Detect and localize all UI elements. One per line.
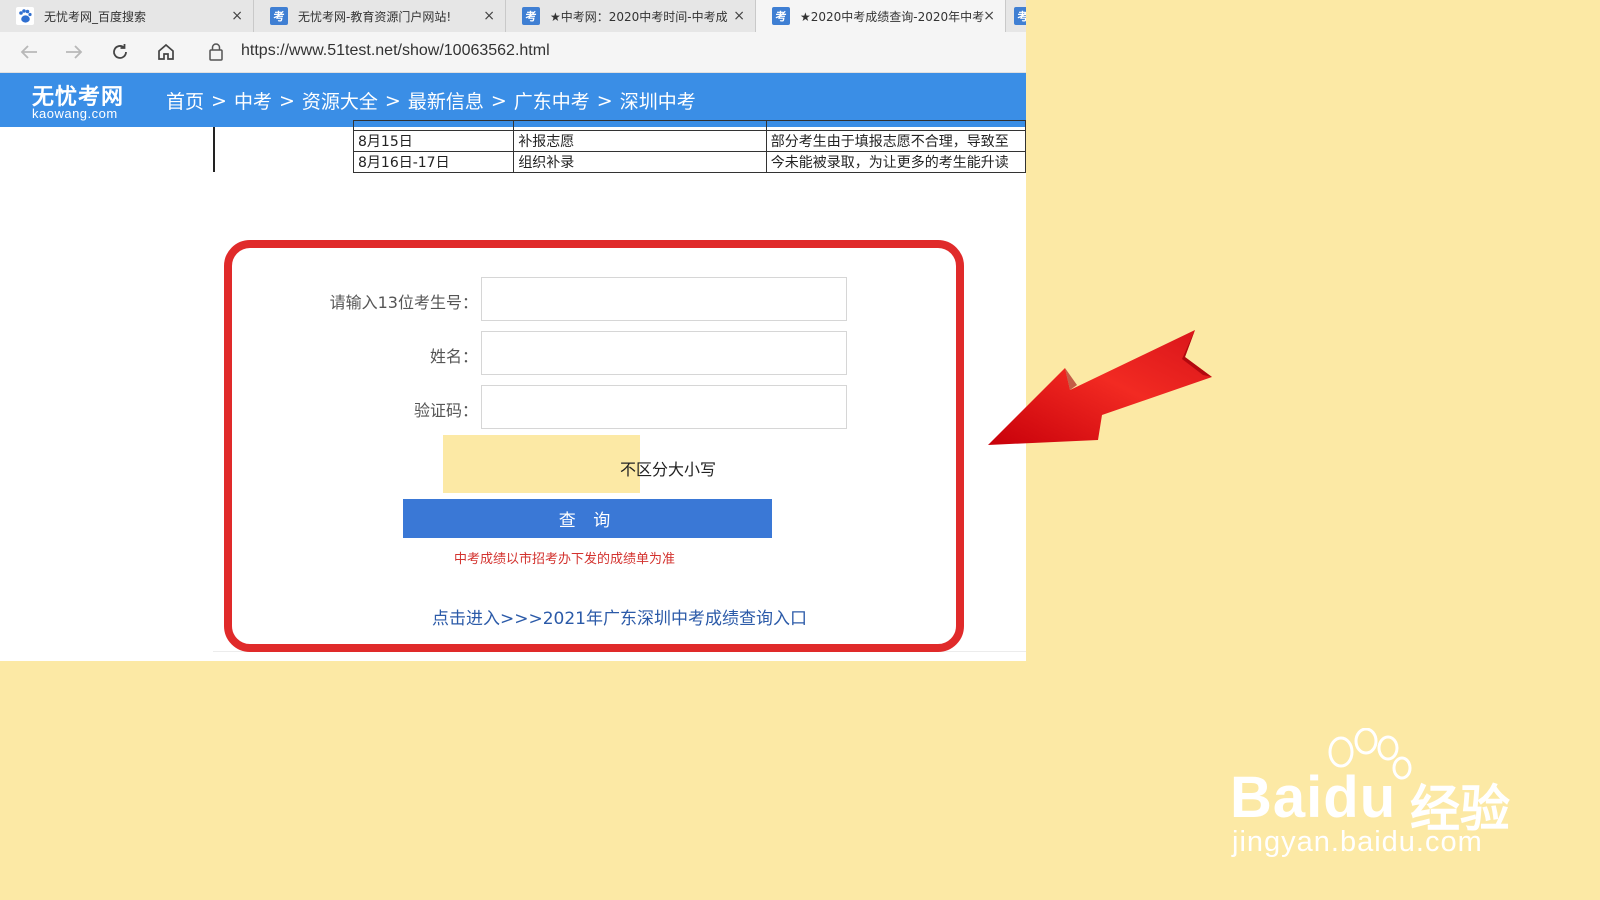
url-field[interactable]: https://www.51test.net/show/10063562.htm…	[241, 42, 550, 60]
close-tab-icon[interactable]: ×	[733, 8, 745, 24]
breadcrumb-guangdong[interactable]: 广东中考	[514, 87, 590, 114]
breadcrumb-shenzhen[interactable]: 深圳中考	[620, 87, 696, 114]
close-tab-icon[interactable]: ×	[983, 8, 995, 24]
breadcrumb-resources[interactable]: 资源大全	[302, 87, 378, 114]
kaowang-icon: 考	[1014, 7, 1026, 25]
back-icon[interactable]	[14, 38, 44, 66]
table-cell-date: 8月15日	[352, 130, 515, 152]
tab-overflow[interactable]: 考	[1006, 0, 1026, 32]
table-row: 8月15日 补报志愿 部分考生由于填报志愿不合理，导致至	[352, 130, 1026, 152]
breadcrumb-separator: >	[384, 89, 401, 112]
home-icon[interactable]	[151, 38, 181, 66]
kaowang-icon: 考	[522, 7, 540, 25]
tab-title: 无忧考网-教育资源门户网站!	[298, 9, 452, 24]
watermark-url: jingyan.baidu.com	[1232, 826, 1483, 858]
lock-icon[interactable]	[208, 42, 226, 62]
tab-kaowang-home[interactable]: 考 无忧考网-教育资源门户网站! ×	[254, 0, 506, 32]
tab-title: 无忧考网_百度搜索	[44, 9, 147, 24]
table-cell-date: 8月16日-17日	[352, 151, 515, 173]
breadcrumb-latest[interactable]: 最新信息	[408, 87, 484, 114]
table-cell-item: 补报志愿	[513, 130, 767, 152]
breadcrumb-home[interactable]: 首页	[166, 87, 204, 114]
watermark-brand-du: du	[1323, 765, 1397, 830]
breadcrumb-separator: >	[490, 89, 507, 112]
address-bar: https://www.51test.net/show/10063562.htm…	[0, 32, 1026, 73]
table-row	[352, 120, 1026, 131]
table-cell-desc: 今未能被录取，为让更多的考生能升读	[765, 151, 1026, 173]
browser-viewport: 无忧考网_百度搜索 × 考 无忧考网-教育资源门户网站! × 考 ★中考网：20…	[0, 0, 1026, 661]
forward-icon[interactable]	[59, 38, 89, 66]
baidu-paw-icon	[16, 7, 34, 25]
site-header: 无忧考网 kaowang.com 首页 > 中考 > 资源大全 > 最新信息 >…	[0, 73, 1026, 127]
table-cell-desc: 部分考生由于填报志愿不合理，导致至	[765, 130, 1026, 152]
close-tab-icon[interactable]: ×	[231, 8, 243, 24]
highlight-frame	[224, 240, 964, 652]
tab-strip: 无忧考网_百度搜索 × 考 无忧考网-教育资源门户网站! × 考 ★中考网：20…	[0, 0, 1026, 32]
watermark-brand: Baidu	[1230, 764, 1396, 831]
breadcrumb-separator: >	[278, 89, 295, 112]
content-divider	[213, 127, 215, 172]
schedule-table: 8月15日 补报志愿 部分考生由于填报志愿不合理，导致至 8月16日-17日 组…	[352, 120, 1026, 173]
breadcrumb-separator: >	[596, 89, 613, 112]
kaowang-icon: 考	[270, 7, 288, 25]
breadcrumb-zhongkao[interactable]: 中考	[234, 87, 272, 114]
kaowang-icon: 考	[772, 7, 790, 25]
watermark-brand-bai: Bai	[1230, 765, 1324, 830]
tab-baidu-search[interactable]: 无忧考网_百度搜索 ×	[0, 0, 254, 32]
breadcrumb-separator: >	[211, 89, 227, 112]
site-logo-domain[interactable]: kaowang.com	[32, 106, 118, 121]
refresh-icon[interactable]	[105, 38, 135, 66]
tab-zhongkao-time[interactable]: 考 ★中考网：2020中考时间-中考成 ×	[506, 0, 756, 32]
close-tab-icon[interactable]: ×	[483, 8, 495, 24]
tab-zhongkao-score[interactable]: 考 ★2020中考成绩查询-2020年中考 ×	[756, 0, 1006, 32]
breadcrumb: 首页 > 中考 > 资源大全 > 最新信息 > 广东中考 > 深圳中考	[166, 87, 696, 114]
table-cell	[765, 120, 1026, 131]
table-cell	[513, 120, 767, 131]
table-cell-item: 组织补录	[513, 151, 767, 173]
tab-title: ★中考网：2020中考时间-中考成	[550, 9, 728, 24]
tab-title: ★2020中考成绩查询-2020年中考	[800, 9, 985, 24]
table-row: 8月16日-17日 组织补录 今未能被录取，为让更多的考生能升读	[352, 151, 1026, 173]
table-cell	[352, 120, 515, 131]
red-arrow-icon	[988, 330, 1212, 445]
